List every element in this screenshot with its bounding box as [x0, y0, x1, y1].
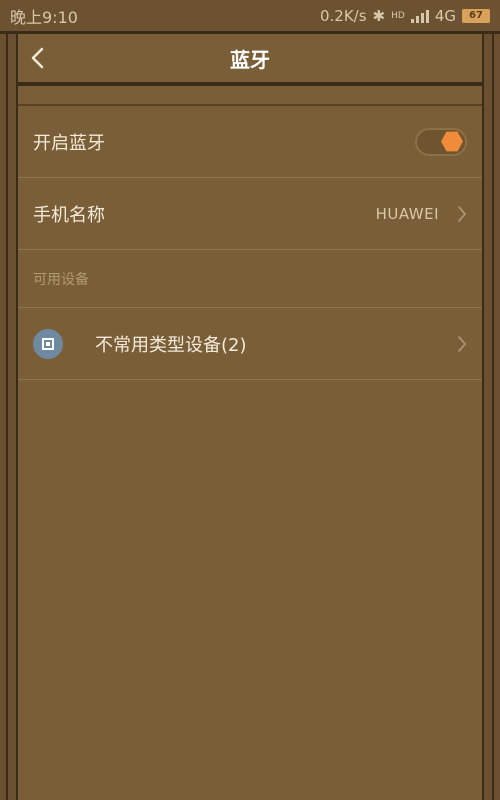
- status-icons: 0.2K/s ✱ HD 4G 67: [320, 7, 490, 25]
- available-devices-label: 可用设备: [33, 271, 89, 288]
- device-icon-glyph: [42, 337, 54, 350]
- hd-badge: HD: [391, 10, 405, 21]
- phone-name-label: 手机名称: [33, 204, 105, 226]
- bluetooth-toggle-label: 开启蓝牙: [33, 132, 105, 154]
- phone-name-value: HUAWEI: [375, 204, 439, 223]
- left-frame: [0, 0, 18, 800]
- chevron-right-icon: [458, 335, 466, 352]
- phone-name-value-wrap: HUAWEI: [376, 205, 467, 223]
- page-title: 蓝牙: [230, 47, 270, 72]
- device-list-item[interactable]: 不常用类型设备(2): [18, 308, 482, 380]
- status-bar: 晚上9:10 0.2K/s ✱ HD 4G 67: [0, 0, 500, 34]
- chevron-left-icon[interactable]: [28, 46, 48, 70]
- device-label: 不常用类型设备(2): [95, 334, 247, 356]
- header-bar: 蓝牙: [18, 34, 482, 86]
- battery-level: 67: [469, 10, 483, 21]
- right-frame: [482, 0, 500, 800]
- available-devices-header: 可用设备: [18, 250, 482, 308]
- signal-icon: [410, 9, 429, 23]
- header-divider: [18, 86, 482, 106]
- battery-icon: 67: [462, 8, 490, 23]
- bluetooth-icon: ✱: [372, 6, 386, 25]
- network-speed: 0.2K/s: [319, 6, 367, 25]
- toggle-knob: [441, 131, 463, 152]
- settings-list: 开启蓝牙 手机名称 HUAWEI 可用设备 不常用类型设备(2): [18, 106, 482, 380]
- bluetooth-toggle[interactable]: [415, 127, 467, 156]
- device-icon: [33, 328, 63, 359]
- phone-name-row[interactable]: 手机名称 HUAWEI: [18, 178, 482, 250]
- status-time: 晚上9:10: [10, 7, 78, 27]
- network-type: 4G: [434, 6, 456, 25]
- chevron-right-icon: [458, 205, 466, 222]
- bluetooth-toggle-row[interactable]: 开启蓝牙: [18, 106, 482, 178]
